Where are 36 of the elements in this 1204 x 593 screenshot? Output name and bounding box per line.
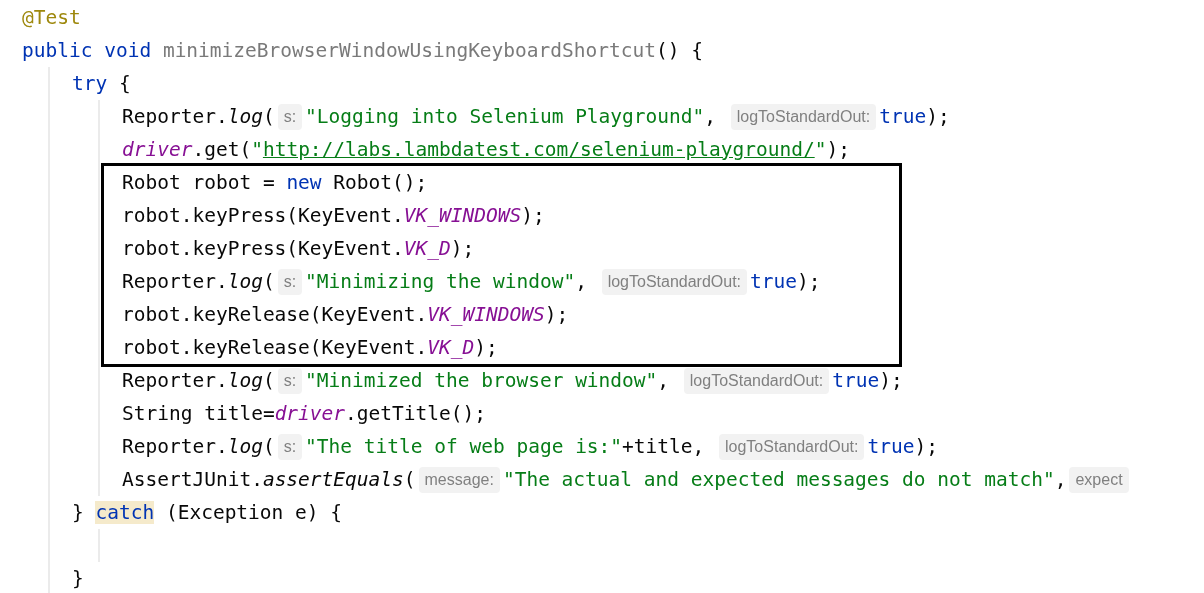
code-text: AssertJUnit.assertEquals(	[122, 466, 416, 493]
inlay-hint: logToStandardOut:	[683, 367, 830, 394]
code-text: "The actual and expected messages do not match",	[502, 466, 1067, 493]
code-text: Reporter.log(	[122, 103, 275, 130]
code-text: Reporter.log(	[122, 367, 275, 394]
inlay-hint: message:	[418, 466, 500, 493]
inlay-hint: s:	[277, 433, 303, 460]
code-text: "The title of web page is:"+title,	[305, 433, 706, 460]
inlay-hint: logToStandardOut:	[730, 103, 877, 130]
code-text: "Minimized the browser window",	[305, 367, 671, 394]
code-text: Reporter.log(	[122, 433, 275, 460]
inlay-hint: s:	[277, 367, 303, 394]
code-text: public void minimizeBrowserWindowUsingKeyboardShortcut() {	[22, 37, 703, 64]
code-text: } catch (Exception e) {	[72, 499, 343, 526]
inlay-hint: s:	[277, 103, 303, 130]
inlay-hint: logToStandardOut:	[601, 268, 748, 295]
code-text: try {	[72, 70, 131, 97]
code-text: Reporter.log(	[122, 268, 275, 295]
code-text: "Logging into Selenium Playground",	[305, 103, 718, 130]
code-text: @Test	[22, 4, 81, 31]
code-text: Robot robot = new Robot();	[122, 169, 428, 196]
code-text: true);	[832, 367, 903, 394]
code-text: driver.get("http://labs.lambdatest.com/selenium-playground/");	[122, 136, 850, 163]
inlay-hint: s:	[277, 268, 303, 295]
code-text: true);	[867, 433, 938, 460]
inlay-hint: expect	[1069, 466, 1129, 493]
code-text: true);	[750, 268, 821, 295]
code-text: robot.keyPress(KeyEvent.VK_D);	[122, 235, 475, 262]
code-text: }	[72, 565, 84, 592]
code-text: robot.keyRelease(KeyEvent.VK_WINDOWS);	[122, 301, 569, 328]
code-text: "Minimizing the window",	[305, 268, 588, 295]
code-text: true);	[879, 103, 950, 130]
code-text: String title=driver.getTitle();	[122, 400, 486, 427]
code-text: robot.keyRelease(KeyEvent.VK_D);	[122, 334, 498, 361]
code-text: robot.keyPress(KeyEvent.VK_WINDOWS);	[122, 202, 545, 229]
inlay-hint: logToStandardOut:	[719, 433, 865, 460]
